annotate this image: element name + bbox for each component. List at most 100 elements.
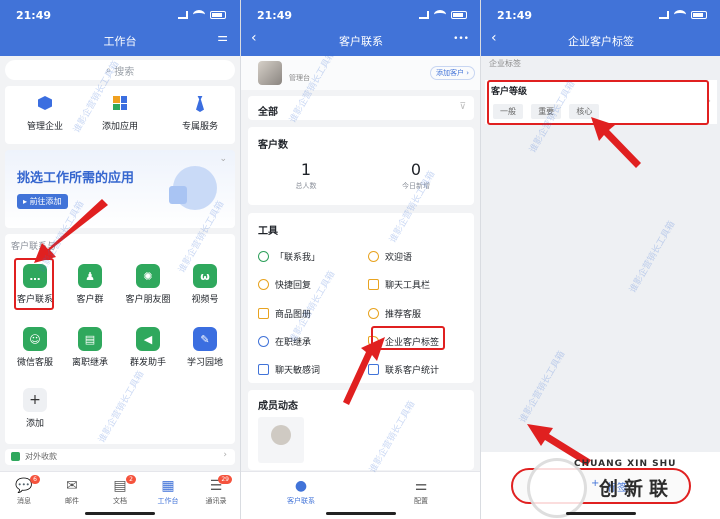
status-time: 21:49 xyxy=(497,9,533,22)
collapse-icon[interactable]: ⌄ xyxy=(219,154,227,164)
tool-contact-stats[interactable]: 联系客户统计 xyxy=(368,363,439,376)
app-label: 客户朋友圈 xyxy=(125,295,171,305)
stat-total[interactable]: 1 总人数 xyxy=(268,160,344,191)
wifi-icon xyxy=(434,10,446,19)
status-time: 21:49 xyxy=(257,9,293,22)
tab-customer-contact[interactable]: ● 客户联系 xyxy=(277,478,325,506)
members-title: 成员动态 xyxy=(258,401,298,412)
app-customer-moments[interactable]: ✺ 客户朋友圈 xyxy=(120,264,176,305)
more-menu-icon[interactable]: ••• xyxy=(453,34,469,44)
tab-label: 文档 xyxy=(113,497,127,505)
tab-contacts[interactable]: ☰ 29 通讯录 xyxy=(192,475,240,506)
app-mass-send[interactable]: ◀ 群发助手 xyxy=(120,327,176,368)
tool-contact-me[interactable]: 「联系我」 xyxy=(258,250,320,263)
app-learning[interactable]: ✎ 学习园地 xyxy=(177,327,233,368)
tab-label: 客户联系 xyxy=(287,497,315,505)
status-bar: 21:49 xyxy=(481,0,720,28)
tool-product-album[interactable]: 商品图册 xyxy=(258,307,311,320)
tool-chat-toolbar[interactable]: 聊天工具栏 xyxy=(368,278,430,291)
go-add-button[interactable]: ▸ 前往添加 xyxy=(17,194,68,209)
status-bar: 21:49 xyxy=(241,0,480,28)
watermark: 谁影企营销长工具箱 xyxy=(518,349,568,425)
tool-employee-inherit[interactable]: 在职继承 xyxy=(258,335,311,348)
tool-label: 快捷回复 xyxy=(275,281,312,291)
add-customer-button[interactable]: 添加客户 › xyxy=(429,66,475,80)
home-indicator xyxy=(85,512,155,515)
search-input[interactable]: ⌕ 搜索 xyxy=(5,60,235,80)
quick-actions: 管理企业 添加应用 专属服务 xyxy=(5,86,235,144)
tool-label: 聊天敏感词 xyxy=(275,366,321,376)
hexagon-icon xyxy=(38,96,52,110)
app-wechat-service[interactable]: ☺ 微信客服 xyxy=(7,327,63,368)
highlight-customer-contact xyxy=(14,258,54,310)
filter-icon[interactable]: ⊽ xyxy=(459,102,466,112)
banner-title: 挑选工作所需的应用 xyxy=(17,171,135,186)
tab-workbench[interactable]: ▦ 工作台 xyxy=(144,478,192,506)
avatar[interactable] xyxy=(258,61,282,85)
status-icons xyxy=(419,10,467,19)
action-label: 专属服务 xyxy=(181,122,218,132)
tool-quick-reply[interactable]: 快捷回复 xyxy=(258,278,311,291)
aperture-icon: ✺ xyxy=(136,264,160,288)
channels-icon: ω xyxy=(193,264,217,288)
tool-welcome[interactable]: 欢迎语 xyxy=(368,250,412,263)
payment-label: 对外收款 xyxy=(25,452,57,461)
apps-grid-icon xyxy=(113,96,127,110)
battery-icon xyxy=(691,10,707,19)
album-icon xyxy=(258,308,269,319)
sliders-icon: ⚌ xyxy=(414,478,428,494)
add-app-button[interactable]: 添加应用 xyxy=(92,96,148,132)
tab-mail[interactable]: ✉ 邮件 xyxy=(48,478,96,506)
app-label: 微信客服 xyxy=(16,358,53,368)
tool-sensitive-words[interactable]: 聊天敏感词 xyxy=(258,363,320,376)
header-bar: 21:49 ‹ 客户联系 ••• xyxy=(241,0,480,56)
tab-messages[interactable]: 💬 6 消息 xyxy=(0,475,48,506)
document-icon: ▤ xyxy=(78,327,102,351)
battery-icon xyxy=(451,10,467,19)
signal-icon xyxy=(659,10,669,19)
signal-icon xyxy=(419,10,429,19)
chevron-right-icon: › xyxy=(223,450,227,460)
status-time: 21:49 xyxy=(16,9,52,22)
section-label: 客户联系与 xyxy=(11,242,57,252)
highlight-enterprise-tags xyxy=(371,326,445,350)
stat-today[interactable]: 0 今日新增 xyxy=(378,160,454,191)
page-title: 企业客户标签 xyxy=(568,35,634,48)
tools-title: 工具 xyxy=(258,226,278,237)
settings-toggle-icon[interactable]: ⚌ xyxy=(217,30,228,44)
filter-bar[interactable]: 全部 ⊽ xyxy=(248,96,474,120)
tool-recommend-service[interactable]: 推荐客服 xyxy=(368,307,421,320)
payment-row[interactable]: 对外收款 › xyxy=(5,449,235,465)
tool-label: 在职继承 xyxy=(275,338,312,348)
tab-config[interactable]: ⚌ 配置 xyxy=(397,478,445,506)
stat-label: 总人数 xyxy=(295,182,317,190)
member-card[interactable] xyxy=(258,417,304,463)
stat-value: 1 xyxy=(300,160,312,179)
tool-label: 商品图册 xyxy=(275,310,312,320)
tool-label: 「联系我」 xyxy=(275,253,321,263)
payment-icon xyxy=(11,452,20,461)
app-resign-inherit[interactable]: ▤ 离职继承 xyxy=(62,327,118,368)
quick-reply-icon xyxy=(258,279,269,290)
add-label: 添加 xyxy=(25,419,44,429)
group-icon: ♟ xyxy=(78,264,102,288)
tool-label: 欢迎语 xyxy=(385,253,413,263)
chat-toolbar-icon xyxy=(368,279,379,290)
add-app-tile[interactable]: + 添加 xyxy=(7,388,63,429)
app-channels[interactable]: ω 视频号 xyxy=(177,264,233,305)
header-bar: 21:49 ‹ 企业客户标签 xyxy=(481,0,720,56)
go-add-label: 前往添加 xyxy=(29,197,62,206)
screen-workbench: 21:49 工作台 ⚌ ⌕ 搜索 管理企业 添加应用 专属服务 挑选工作所需的应… xyxy=(0,0,240,519)
screen-enterprise-tags: 21:49 ‹ 企业客户标签 企业标签 客户等级 一般 重要 核心 › + 标签… xyxy=(480,0,720,519)
exclusive-service-button[interactable]: 专属服务 xyxy=(172,96,228,132)
doc-icon: ▤ xyxy=(113,478,127,494)
plus-icon: + xyxy=(23,388,47,412)
status-bar: 21:49 xyxy=(0,0,240,28)
app-customer-group[interactable]: ♟ 客户群 xyxy=(62,264,118,305)
status-icons xyxy=(659,10,707,19)
tab-docs[interactable]: ▤ 2 文档 xyxy=(96,475,144,506)
brand-top-text: CHUANG XIN SHU xyxy=(574,459,677,469)
manage-enterprise-button[interactable]: 管理企业 xyxy=(17,96,73,132)
stat-value: 0 xyxy=(410,160,422,179)
action-label: 添加应用 xyxy=(101,122,138,132)
